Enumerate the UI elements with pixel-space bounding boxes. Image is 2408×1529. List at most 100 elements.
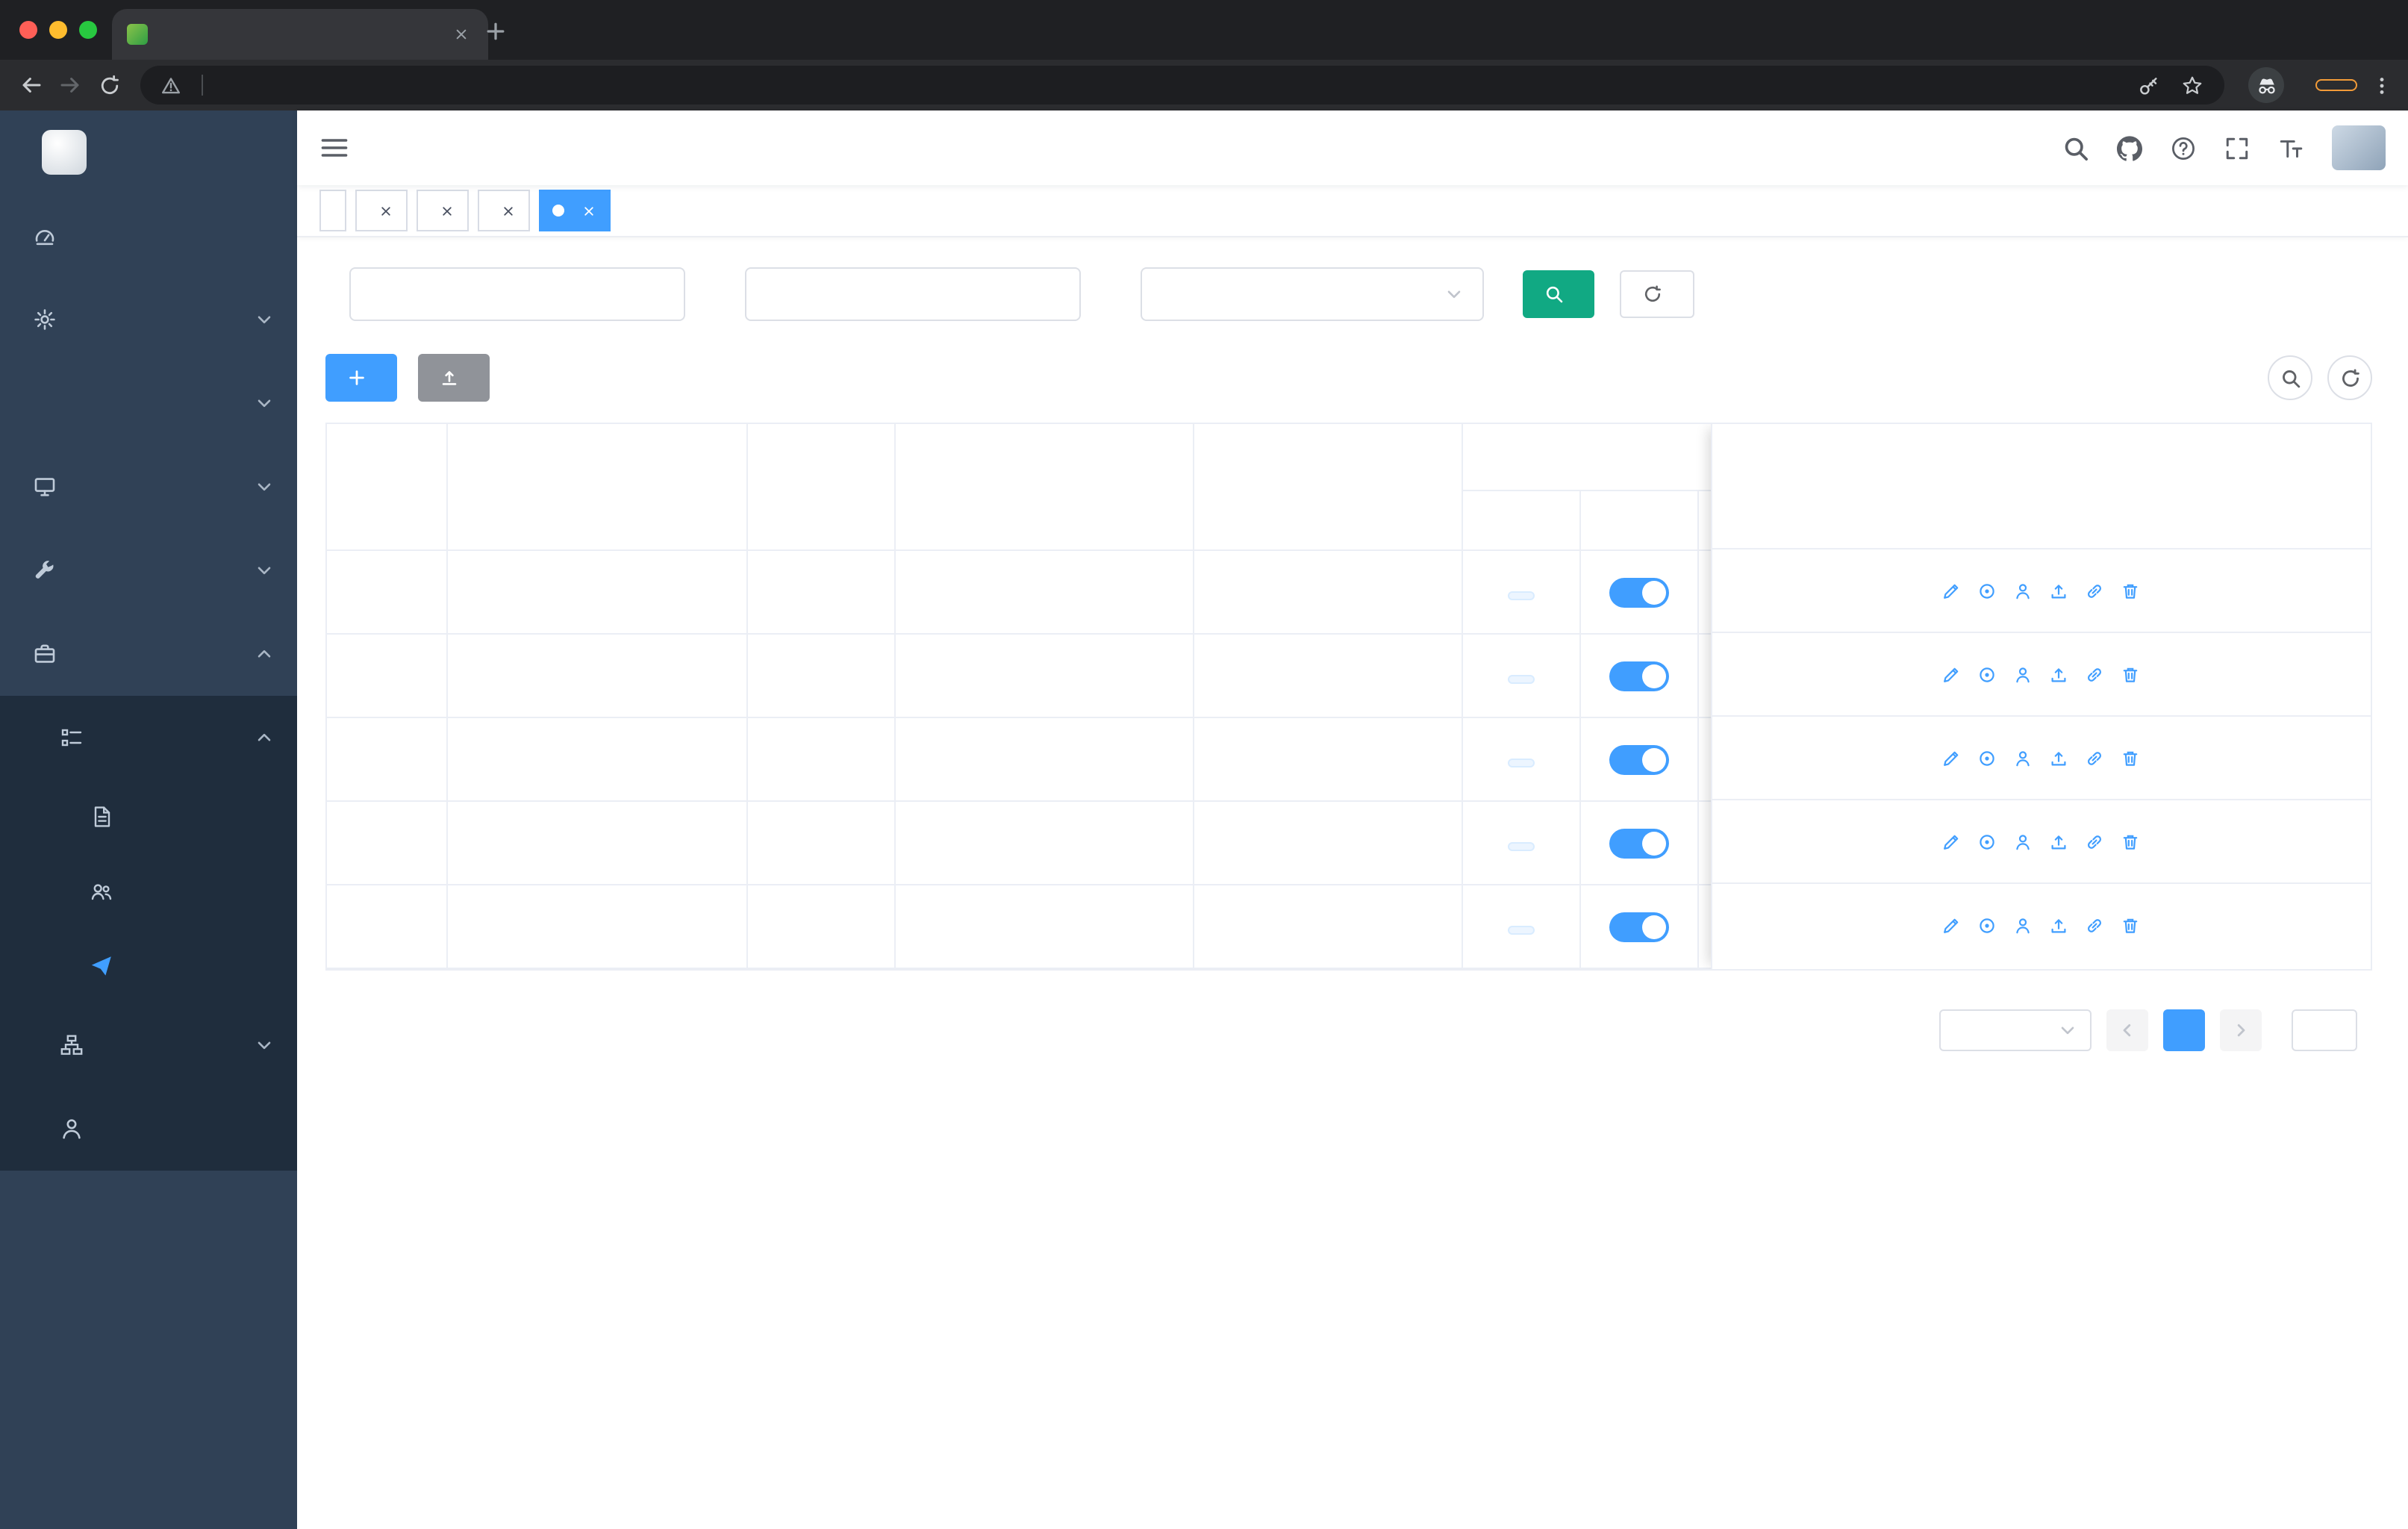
new-tab-button[interactable] — [478, 13, 514, 49]
key-icon[interactable] — [2138, 74, 2160, 96]
fullscreen-icon[interactable] — [2224, 135, 2250, 161]
assign-rule-link[interactable] — [2014, 582, 2036, 600]
process-id-input[interactable] — [349, 267, 685, 321]
avatar[interactable] — [2332, 125, 2386, 170]
delete-link[interactable] — [2121, 917, 2144, 935]
modify-process-link[interactable] — [1942, 832, 1965, 850]
process-definition-link[interactable] — [2086, 665, 2108, 683]
prev-page-button[interactable] — [2106, 1009, 2148, 1051]
sidebar-item-user-group[interactable] — [0, 854, 297, 929]
reset-button[interactable] — [1620, 270, 1694, 318]
close-icon[interactable] — [376, 202, 394, 219]
close-icon[interactable] — [579, 202, 597, 219]
active-toggle[interactable] — [1609, 577, 1668, 607]
zoom-window-button[interactable] — [79, 21, 97, 39]
toggle-search-button[interactable] — [2268, 355, 2312, 400]
process-name-input[interactable] — [745, 267, 1081, 321]
app-logo[interactable] — [0, 110, 297, 194]
process-definition-link[interactable] — [2086, 582, 2108, 600]
close-icon[interactable] — [499, 202, 517, 219]
design-process-link[interactable] — [1978, 665, 2000, 683]
chevron-down-icon — [255, 478, 273, 496]
reload-icon[interactable] — [90, 66, 128, 105]
active-toggle[interactable] — [1609, 912, 1668, 941]
design-process-link[interactable] — [1978, 832, 2000, 850]
operations-row — [1712, 800, 2371, 884]
help-icon[interactable] — [2171, 135, 2196, 161]
publish-process-link[interactable] — [2050, 665, 2072, 683]
import-process-button[interactable] — [418, 354, 490, 402]
sidebar-item-system[interactable] — [0, 278, 297, 361]
design-process-link[interactable] — [1978, 582, 2000, 600]
tab-close-icon[interactable] — [449, 22, 473, 46]
minimize-window-button[interactable] — [49, 21, 67, 39]
process-category-select[interactable] — [1141, 267, 1484, 321]
tag-process-form[interactable] — [478, 190, 530, 231]
tag-process-model[interactable] — [539, 190, 611, 231]
assign-rule-link[interactable] — [2014, 749, 2036, 767]
sidebar-item-payment[interactable] — [0, 361, 297, 445]
github-icon[interactable] — [2117, 135, 2142, 161]
publish-process-link[interactable] — [2050, 917, 2072, 935]
delete-link[interactable] — [2121, 749, 2144, 767]
delete-link[interactable] — [2121, 832, 2144, 850]
sidebar-item-process-management[interactable] — [0, 696, 297, 779]
goto-page-input[interactable] — [2292, 1009, 2357, 1051]
forward-icon[interactable] — [51, 66, 90, 105]
sidebar-item-process-model[interactable] — [0, 929, 297, 1003]
page-size-select[interactable] — [1939, 1009, 2092, 1051]
sidebar-item-workflow[interactable] — [0, 612, 297, 696]
hamburger-icon[interactable] — [319, 133, 349, 163]
publish-process-link[interactable] — [2050, 832, 2072, 850]
col-header-process-name — [446, 424, 747, 551]
search-button[interactable] — [1523, 270, 1594, 318]
search-icon[interactable] — [2063, 135, 2089, 161]
browser-update-button[interactable] — [2315, 79, 2357, 91]
sidebar-item-process-form[interactable] — [0, 779, 297, 854]
active-toggle[interactable] — [1609, 661, 1668, 691]
sidebar-item-devtools[interactable] — [0, 529, 297, 612]
delete-link[interactable] — [2121, 582, 2144, 600]
browser-tab[interactable] — [112, 9, 488, 60]
sidebar-item-infrastructure[interactable] — [0, 445, 297, 529]
incognito-chip[interactable] — [2248, 67, 2295, 103]
close-icon[interactable] — [437, 202, 455, 219]
sidebar-item-home[interactable] — [0, 194, 297, 278]
close-window-button[interactable] — [19, 21, 37, 39]
back-icon[interactable] — [12, 66, 51, 105]
create-process-button[interactable] — [325, 354, 397, 402]
sidebar-item-task-management[interactable] — [0, 1003, 297, 1087]
address-bar[interactable] — [140, 66, 2224, 105]
modify-process-link[interactable] — [1942, 582, 1965, 600]
next-page-button[interactable] — [2220, 1009, 2262, 1051]
modify-process-link[interactable] — [1942, 917, 1965, 935]
publish-icon — [2050, 917, 2068, 935]
delete-link[interactable] — [2121, 665, 2144, 683]
modify-process-link[interactable] — [1942, 665, 1965, 683]
assign-rule-link[interactable] — [2014, 832, 2036, 850]
design-process-link[interactable] — [1978, 749, 2000, 767]
tag-tenant[interactable] — [355, 190, 408, 231]
bookmark-star-icon[interactable] — [2181, 74, 2203, 96]
design-process-link[interactable] — [1978, 917, 2000, 935]
browser-menu-icon[interactable] — [2366, 70, 2396, 100]
page-number-button[interactable] — [2163, 1009, 2205, 1051]
tag-my-process[interactable] — [417, 190, 469, 231]
process-definition-link[interactable] — [2086, 832, 2108, 850]
modify-process-link[interactable] — [1942, 749, 1965, 767]
assign-rule-link[interactable] — [2014, 665, 2036, 683]
cell-created — [1193, 717, 1462, 802]
tag-home[interactable] — [319, 190, 346, 231]
assign-rule-link[interactable] — [2014, 917, 2036, 935]
publish-process-link[interactable] — [2050, 749, 2072, 767]
security-chip[interactable] — [161, 75, 190, 95]
active-toggle[interactable] — [1609, 828, 1668, 858]
publish-process-link[interactable] — [2050, 582, 2072, 600]
font-size-icon[interactable] — [2278, 135, 2303, 161]
process-definition-link[interactable] — [2086, 917, 2108, 935]
refresh-table-button[interactable] — [2327, 355, 2372, 400]
trash-icon — [2121, 917, 2139, 935]
process-definition-link[interactable] — [2086, 749, 2108, 767]
sidebar-item-leave-query[interactable] — [0, 1087, 297, 1171]
active-toggle[interactable] — [1609, 744, 1668, 774]
